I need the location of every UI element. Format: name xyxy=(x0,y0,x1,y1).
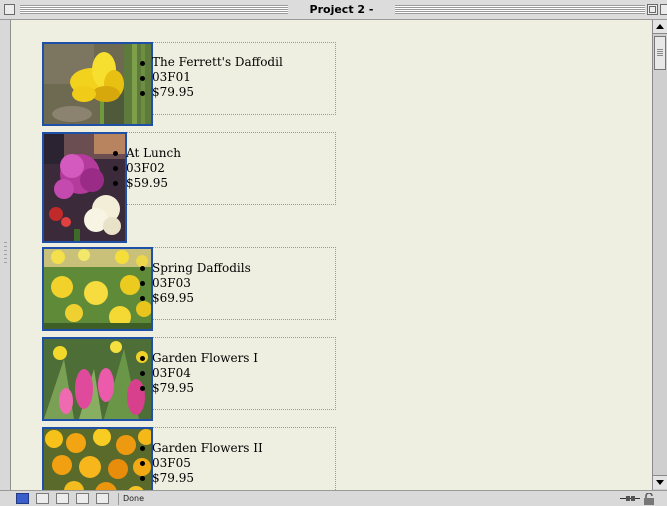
product-price: $69.95 xyxy=(152,291,194,305)
list-bullet xyxy=(140,76,145,81)
product-price: $59.95 xyxy=(126,176,168,190)
scrollbar-thumb[interactable] xyxy=(654,36,666,70)
list-bullet xyxy=(140,386,145,391)
product-info: Spring Daffodils 03F03 $69.95 xyxy=(152,261,251,306)
address-book-icon[interactable] xyxy=(96,493,109,504)
page-content: The Ferrett's Daffodil 03F01 $79.95 At L… xyxy=(11,20,652,490)
product-thumbnail[interactable] xyxy=(42,247,153,331)
product-thumbnail[interactable] xyxy=(42,42,153,126)
product-price: $79.95 xyxy=(152,471,194,485)
resize-grip-icon xyxy=(4,254,7,255)
scroll-down-arrow-icon[interactable] xyxy=(653,475,667,489)
close-box-icon[interactable] xyxy=(4,4,15,15)
window-title-bar[interactable]: Project 2 - Mozilla xyxy=(0,0,667,31)
product-thumbnail[interactable] xyxy=(42,427,153,490)
list-bullet xyxy=(113,151,118,156)
scroll-up-arrow-icon[interactable] xyxy=(653,20,667,34)
product-thumbnail[interactable] xyxy=(42,337,153,421)
daffodil-field-photo xyxy=(44,249,151,329)
security-lock-icon[interactable] xyxy=(643,493,655,505)
list-bullet xyxy=(113,181,118,186)
status-separator xyxy=(118,493,119,505)
mail-icon[interactable] xyxy=(36,493,49,504)
product-info: Garden Flowers II 03F05 $79.95 xyxy=(152,441,263,486)
list-bullet xyxy=(140,296,145,301)
status-text: Done xyxy=(123,494,145,503)
resize-grip-icon xyxy=(4,258,7,259)
product-price: $79.95 xyxy=(152,381,194,395)
product-info: Garden Flowers I 03F04 $79.95 xyxy=(152,351,258,396)
orange-yellow-flowers-photo xyxy=(44,429,151,490)
list-bullet xyxy=(140,476,145,481)
product-code: 03F02 xyxy=(126,161,165,175)
collapse-box-icon[interactable] xyxy=(660,4,667,15)
purple-white-bouquet-photo xyxy=(44,134,125,241)
list-bullet xyxy=(140,461,145,466)
resize-grip-icon xyxy=(4,246,7,247)
resize-grip-icon xyxy=(4,242,7,243)
list-bullet xyxy=(113,166,118,171)
pink-hyacinth-photo xyxy=(44,339,151,419)
list-bullet xyxy=(140,91,145,96)
list-bullet xyxy=(140,266,145,271)
zoom-box-icon[interactable] xyxy=(647,4,658,15)
online-connection-icon[interactable] xyxy=(620,495,640,502)
product-price: $79.95 xyxy=(152,85,194,99)
product-name: At Lunch xyxy=(126,146,181,160)
product-name: Garden Flowers II xyxy=(152,441,263,455)
resize-grip-icon xyxy=(4,262,7,263)
product-name: Spring Daffodils xyxy=(152,261,251,275)
navigator-icon[interactable] xyxy=(56,493,69,504)
list-bullet xyxy=(140,61,145,66)
list-bullet xyxy=(140,446,145,451)
list-bullet xyxy=(140,356,145,361)
list-bullet xyxy=(140,281,145,286)
list-bullet xyxy=(140,371,145,376)
product-code: 03F01 xyxy=(152,70,191,84)
status-bar: Done xyxy=(0,490,667,506)
product-name: The Ferrett's Daffodil xyxy=(152,55,283,69)
product-code: 03F03 xyxy=(152,276,191,290)
window-left-frame xyxy=(0,20,11,490)
yellow-daffodil-photo xyxy=(44,44,151,124)
product-info: At Lunch 03F02 $59.95 xyxy=(126,146,181,191)
mozilla-icon[interactable] xyxy=(16,493,29,504)
title-bar-stripes xyxy=(20,5,288,14)
product-code: 03F04 xyxy=(152,366,191,380)
vertical-scrollbar[interactable] xyxy=(652,20,667,490)
product-code: 03F05 xyxy=(152,456,191,470)
title-bar-stripes xyxy=(395,5,645,14)
resize-grip-icon xyxy=(4,250,7,251)
product-name: Garden Flowers I xyxy=(152,351,259,365)
product-thumbnail[interactable] xyxy=(42,132,127,243)
product-info: The Ferrett's Daffodil 03F01 $79.95 xyxy=(152,55,283,100)
composer-icon[interactable] xyxy=(76,493,89,504)
